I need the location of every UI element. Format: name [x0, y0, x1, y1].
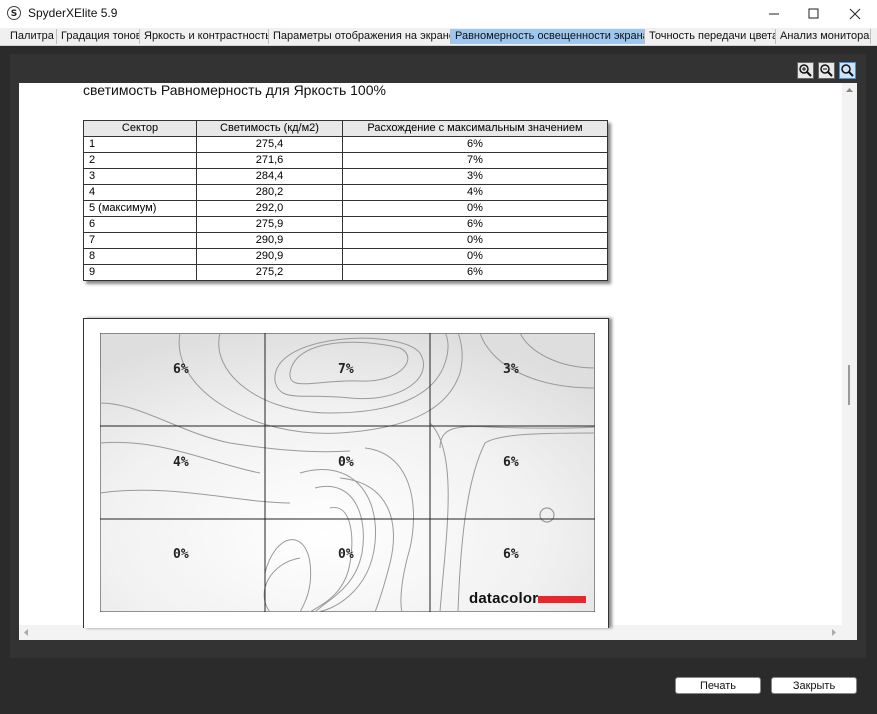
datacolor-logo: datacolor — [469, 590, 539, 607]
table-row: 5 (максимум) 292,0 0% — [83, 200, 608, 217]
close-window-button[interactable] — [833, 0, 877, 28]
column-header-sector: Сектор — [83, 120, 197, 137]
tab-display-parameters[interactable]: Параметры отображения на экране — [269, 29, 451, 44]
table-cell: 8 — [83, 248, 197, 265]
vertical-scroll-thumb[interactable] — [848, 365, 850, 405]
scroll-right-icon — [832, 629, 836, 636]
table-cell: 0% — [342, 248, 608, 265]
sector-4-label: 4% — [173, 455, 189, 470]
table-row: 7 290,9 0% — [83, 232, 608, 249]
zoom-in-icon — [799, 64, 812, 77]
sector-9-label: 6% — [503, 547, 519, 562]
table-cell: 5 (максимум) — [83, 200, 197, 217]
minimize-icon — [769, 13, 779, 15]
sector-8-label: 0% — [338, 547, 354, 562]
vertical-scrollbar[interactable] — [842, 83, 857, 625]
table-row: 4 280,2 4% — [83, 184, 608, 201]
table-cell: 284,4 — [196, 168, 343, 185]
table-cell: 9 — [83, 264, 197, 281]
datacolor-logo-bar — [538, 596, 586, 603]
table-cell: 1 — [83, 136, 197, 153]
app-logo-icon: S — [7, 6, 21, 20]
table-row: 6 275,9 6% — [83, 216, 608, 233]
close-icon — [849, 8, 861, 20]
tab-brightness-contrast[interactable]: Яркость и контрастность — [140, 29, 269, 44]
table-header-row: Сектор Светимость (кд/м2) Расхождение с … — [83, 120, 608, 137]
zoom-out-button[interactable] — [818, 62, 835, 79]
uniformity-table: Сектор Светимость (кд/м2) Расхождение с … — [83, 120, 608, 281]
minimize-button[interactable] — [752, 0, 796, 28]
tab-screen-uniformity[interactable]: Равномерность освещенности экрана — [451, 29, 645, 44]
window-title: SpyderXElite 5.9 — [28, 6, 118, 20]
table-cell: 6% — [342, 264, 608, 281]
tab-bar: Палитра Градация тонов Яркость и контрас… — [0, 28, 877, 46]
scroll-left-icon — [24, 629, 28, 636]
tab-monitor-analysis[interactable]: Анализ монитора — [776, 29, 871, 44]
report-title: светимость Равномерность для Яркость 100… — [83, 82, 386, 98]
table-cell: 0% — [342, 200, 608, 217]
table-cell: 6% — [342, 136, 608, 153]
tab-tone-gradation[interactable]: Градация тонов — [57, 29, 140, 44]
sector-7-label: 0% — [173, 547, 189, 562]
table-cell: 2 — [83, 152, 197, 169]
table-cell: 271,6 — [196, 152, 343, 169]
table-cell: 6% — [342, 216, 608, 233]
table-cell: 290,9 — [196, 248, 343, 265]
tab-palette[interactable]: Палитра — [6, 29, 57, 44]
table-cell: 280,2 — [196, 184, 343, 201]
close-button[interactable]: Закрыть — [771, 677, 857, 694]
table-row: 9 275,2 6% — [83, 264, 608, 281]
table-cell: 6 — [83, 216, 197, 233]
zoom-out-icon — [820, 64, 833, 77]
zoom-in-button[interactable] — [797, 62, 814, 79]
sector-2-label: 7% — [338, 362, 354, 377]
table-cell: 275,4 — [196, 136, 343, 153]
tab-color-accuracy[interactable]: Точность передачи цвета — [645, 29, 776, 44]
sector-6-label: 6% — [503, 455, 519, 470]
table-cell: 3 — [83, 168, 197, 185]
scroll-up-icon — [846, 88, 853, 92]
column-header-deviation: Расхождение с максимальным значением — [342, 120, 608, 137]
table-row: 1 275,4 6% — [83, 136, 608, 153]
sector-3-label: 3% — [503, 362, 519, 377]
print-button[interactable]: Печать — [675, 677, 761, 694]
table-row: 2 271,6 7% — [83, 152, 608, 169]
table-cell: 292,0 — [196, 200, 343, 217]
maximize-button[interactable] — [792, 0, 836, 28]
maximize-icon — [808, 8, 819, 19]
table-cell: 3% — [342, 168, 608, 185]
table-cell: 7 — [83, 232, 197, 249]
zoom-fit-button[interactable] — [839, 62, 856, 79]
table-cell: 4 — [83, 184, 197, 201]
table-cell: 290,9 — [196, 232, 343, 249]
table-cell: 4% — [342, 184, 608, 201]
table-row: 3 284,4 3% — [83, 168, 608, 185]
table-cell: 275,2 — [196, 264, 343, 281]
sector-5-label: 0% — [338, 455, 354, 470]
zoom-fit-icon — [841, 64, 854, 77]
table-cell: 7% — [342, 152, 608, 169]
table-cell: 0% — [342, 232, 608, 249]
title-bar: S SpyderXElite 5.9 — [0, 0, 877, 28]
table-row: 8 290,9 0% — [83, 248, 608, 265]
sector-1-label: 6% — [173, 362, 189, 377]
column-header-luminance: Светимость (кд/м2) — [196, 120, 343, 137]
table-cell: 275,9 — [196, 216, 343, 233]
